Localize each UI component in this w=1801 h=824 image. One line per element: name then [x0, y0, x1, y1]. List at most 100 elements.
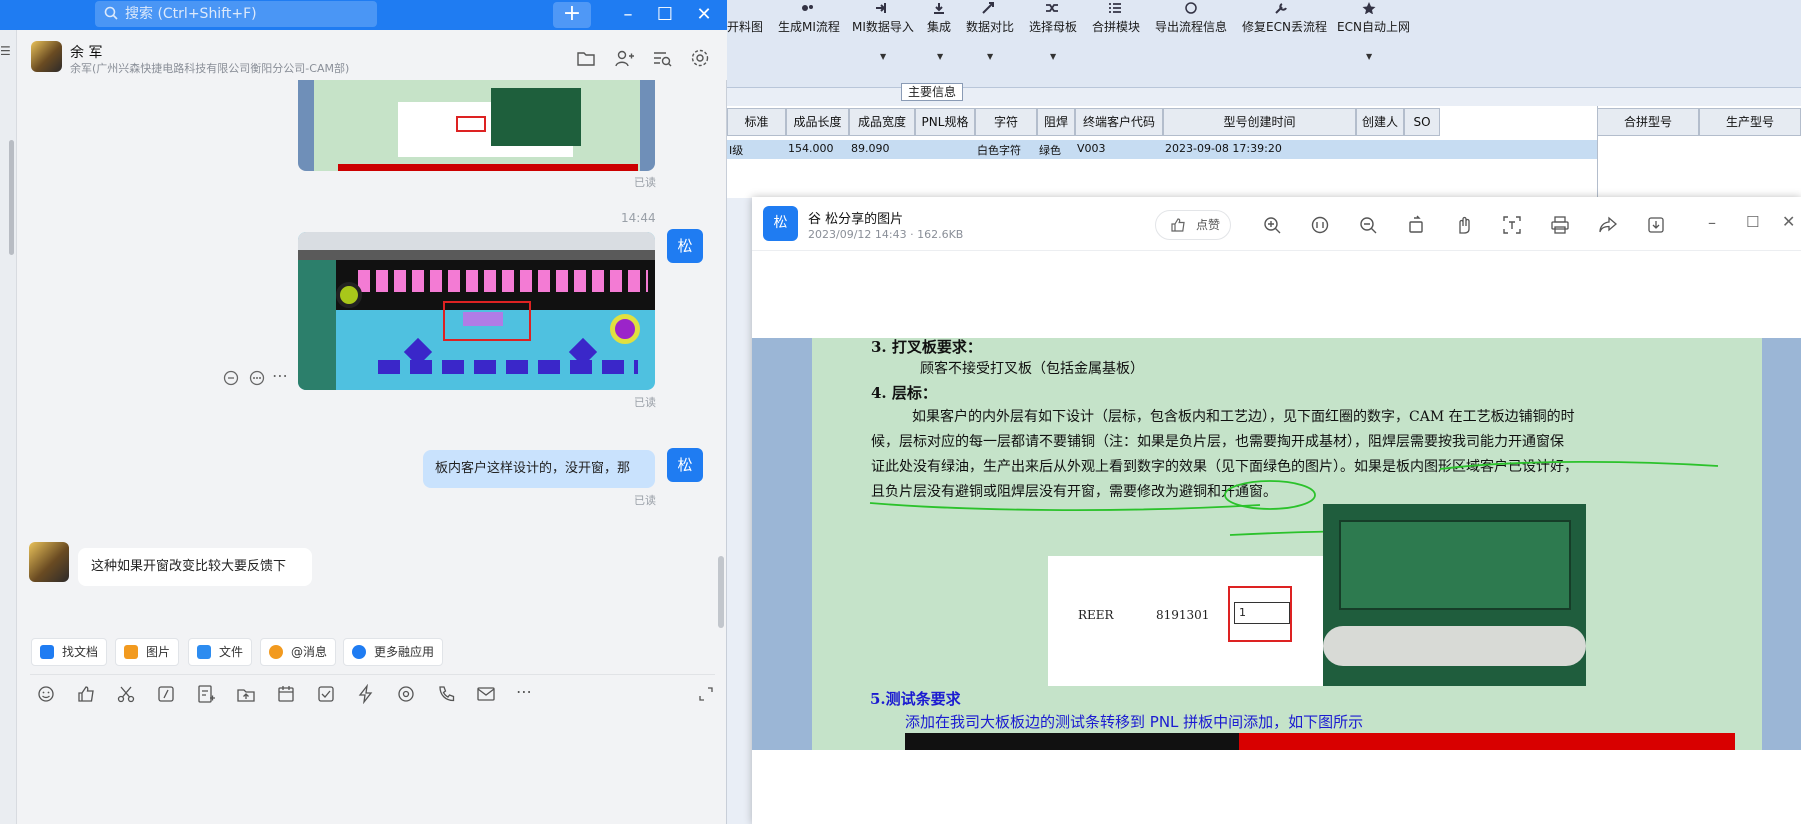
minimize-button[interactable]: – — [608, 2, 648, 28]
outgoing-message[interactable]: 板内客户这样设计的，没开窗，那 — [423, 450, 655, 488]
col-header[interactable]: 创建人 — [1356, 108, 1404, 136]
like-button[interactable]: 点赞 — [1155, 210, 1231, 240]
col-header[interactable]: 成品长度 — [786, 108, 849, 136]
col-header[interactable]: 终端客户代码 — [1075, 108, 1163, 136]
thumb-icon — [1171, 218, 1185, 232]
mail-icon[interactable] — [476, 684, 496, 704]
contact-avatar[interactable] — [31, 41, 62, 72]
table-cell: I级 — [729, 144, 744, 157]
table-cell: 绿色 — [1039, 144, 1061, 157]
col-header[interactable]: 型号创建时间 — [1163, 108, 1356, 136]
ribbon-cut-chart[interactable]: 开料图 — [727, 18, 763, 35]
find-doc-button[interactable]: 找文档 — [31, 638, 108, 666]
ribbon-ecn-online[interactable]: ECN自动上网 — [1337, 18, 1410, 35]
actual-size-icon[interactable] — [1310, 215, 1330, 235]
col-header[interactable]: 成品宽度 — [849, 108, 915, 136]
zoom-in-icon[interactable] — [1262, 215, 1282, 235]
folder-icon[interactable] — [576, 48, 596, 68]
maximize-button[interactable]: ☐ — [645, 2, 685, 28]
print-icon[interactable] — [1550, 215, 1570, 235]
settings-icon[interactable] — [690, 48, 710, 68]
chevron-down-icon[interactable]: ▼ — [1050, 52, 1056, 61]
search-input[interactable]: 搜索 (Ctrl+Shift+F) — [95, 1, 377, 27]
ribbon-merge-module[interactable]: 合拼模块 — [1092, 18, 1140, 35]
file-button[interactable]: 文件 — [188, 638, 253, 666]
doc-text-line: 如果客户的内外层有如下设计（层标，包含板内和工艺边），见下面红圈的数字，CAM … — [912, 409, 1575, 425]
col-header[interactable]: 标准 — [727, 108, 786, 136]
calendar-icon[interactable] — [276, 684, 296, 704]
ribbon-gen-mi-flow[interactable]: 生成MI流程 — [778, 18, 840, 35]
close-button[interactable]: ✕ — [684, 2, 724, 28]
thumb-icon[interactable] — [76, 684, 96, 704]
save-icon[interactable] — [1646, 215, 1666, 235]
more-icon[interactable]: ⋯ — [516, 682, 532, 701]
my-avatar[interactable]: 松 — [667, 448, 703, 482]
reply-icon[interactable] — [249, 370, 265, 386]
col-header[interactable]: SO — [1404, 108, 1440, 136]
doc-section3-title: 3. 打叉板要求： — [871, 338, 982, 356]
bolt-icon[interactable] — [356, 684, 376, 704]
sidebar-scrollbar[interactable] — [9, 140, 14, 255]
contact-org: 余军(广州兴森快捷电路科技有限公司衡阳分公司-CAM部) — [70, 62, 350, 75]
hand-icon[interactable] — [1454, 215, 1474, 235]
search-history-icon[interactable] — [652, 48, 672, 68]
more-icon[interactable]: ⋯ — [272, 366, 288, 385]
gear-pair-icon — [802, 5, 813, 11]
figure-number: 8191301 — [1156, 608, 1210, 622]
more-apps-button[interactable]: 更多融应用 — [343, 638, 444, 666]
col-header[interactable]: 生产型号 — [1699, 108, 1801, 136]
ocr-icon[interactable] — [1502, 215, 1522, 235]
image-button[interactable]: 图片 — [115, 638, 180, 666]
wrench-icon — [1275, 3, 1287, 14]
col-header[interactable]: PNL规格 — [915, 108, 975, 136]
ribbon-integrate[interactable]: 集成 — [927, 18, 951, 35]
check-icon[interactable] — [316, 684, 336, 704]
slash-icon[interactable] — [156, 684, 176, 704]
menu-icon[interactable]: ☰ — [0, 44, 11, 58]
ribbon-export-flow[interactable]: 导出流程信息 — [1155, 18, 1227, 35]
phone-icon[interactable] — [436, 684, 456, 704]
green-annotation — [869, 460, 1719, 536]
my-avatar[interactable]: 松 — [667, 229, 703, 263]
col-header[interactable]: 阻焊 — [1037, 108, 1075, 136]
image-message-2[interactable] — [298, 232, 655, 390]
viewer-close-button[interactable]: ✕ — [1782, 212, 1795, 231]
chevron-down-icon[interactable]: ▼ — [1366, 52, 1372, 61]
ribbon-fix-ecn[interactable]: 修复ECN丢流程 — [1242, 18, 1327, 35]
red-circle-annotation: 1 — [1228, 586, 1292, 642]
upload-icon[interactable] — [236, 684, 256, 704]
ribbon-select-master[interactable]: 选择母板 — [1029, 18, 1077, 35]
doc-section3-body: 顾客不接受打叉板（包括金属基板） — [920, 361, 1144, 377]
figure-reer: REER — [1078, 608, 1114, 622]
sender-avatar[interactable]: 松 — [763, 206, 798, 241]
ribbon-mi-import[interactable]: MI数据导入 — [852, 18, 914, 35]
at-circle-icon[interactable] — [396, 684, 416, 704]
image-message-1[interactable] — [298, 80, 655, 171]
ribbon-compare[interactable]: 数据对比 — [966, 18, 1014, 35]
viewer-minimize-button[interactable]: – — [1708, 213, 1716, 232]
note-icon[interactable] — [196, 684, 216, 704]
col-header[interactable]: 合拼型号 — [1597, 108, 1699, 136]
mention-button[interactable]: @消息 — [260, 638, 337, 666]
chevron-down-icon[interactable]: ▼ — [880, 52, 886, 61]
ribbon-group-label: 主要信息 — [901, 83, 963, 101]
viewer-maximize-button[interactable]: ☐ — [1746, 213, 1759, 231]
col-header[interactable]: 字符 — [975, 108, 1037, 136]
expand-icon[interactable] — [696, 684, 716, 704]
doc-text-line: 候，层标对应的每一层都请不要铺铜（注：如果是负片层，也需要掏开成基材），阻焊层需… — [871, 434, 1564, 450]
emoji-icon[interactable] — [36, 684, 56, 704]
list-icon — [1109, 3, 1121, 13]
smile-icon — [1185, 2, 1197, 14]
add-button[interactable]: + — [553, 2, 591, 28]
chevron-down-icon[interactable]: ▼ — [937, 52, 943, 61]
zoom-out-icon[interactable] — [1358, 215, 1378, 235]
rotate-icon[interactable] — [1406, 215, 1426, 235]
incoming-message[interactable]: 这种如果开窗改变比较大要反馈下 — [78, 548, 312, 586]
share-icon[interactable] — [1598, 215, 1618, 235]
add-member-icon[interactable] — [614, 48, 634, 68]
scissors-icon[interactable] — [116, 684, 136, 704]
translate-icon[interactable] — [223, 370, 239, 386]
chevron-down-icon[interactable]: ▼ — [987, 52, 993, 61]
chat-scrollbar[interactable] — [718, 556, 724, 628]
contact-avatar[interactable] — [29, 542, 69, 582]
